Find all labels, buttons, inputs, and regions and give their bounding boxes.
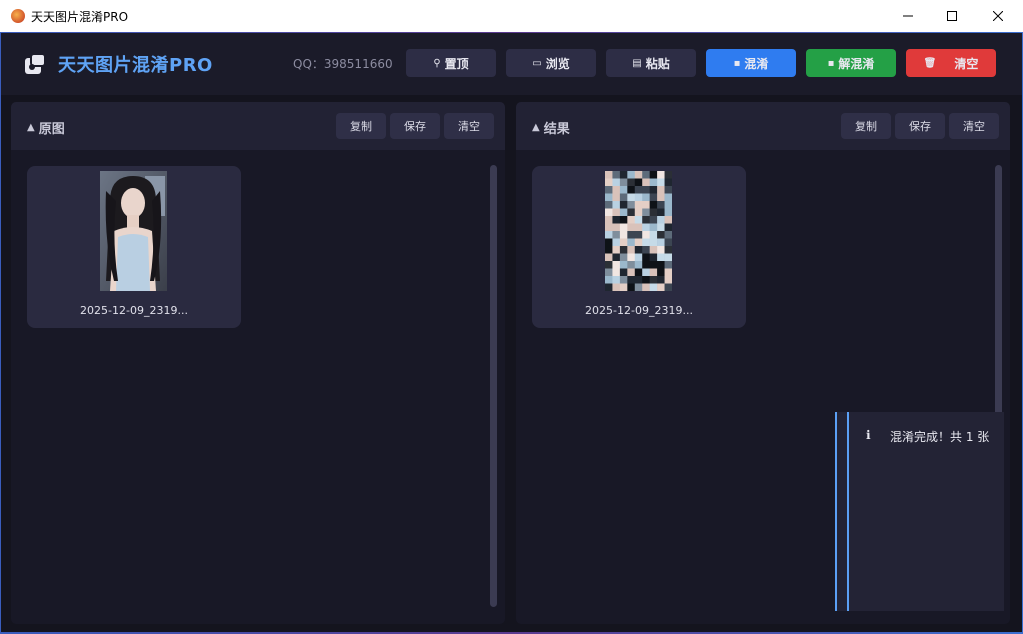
toast-accent-bar (847, 412, 849, 611)
result-copy-button[interactable]: 复制 (841, 113, 891, 139)
pin-button[interactable]: ⚲ 置顶 (406, 49, 496, 77)
pin-icon: ⚲ (433, 57, 441, 69)
toast-notification: ℹ 混淆完成！共 1 张 (835, 412, 1004, 611)
app-name: 天天图片混淆PRO (58, 55, 213, 76)
minimize-button[interactable] (885, 0, 931, 32)
result-filename: 2025-12-09_2319... (585, 304, 693, 317)
original-image-card[interactable]: 2025-12-09_2319... (27, 166, 241, 328)
result-clear-button[interactable]: 清空 (949, 113, 999, 139)
minimize-icon (903, 15, 913, 17)
info-icon: ℹ (866, 428, 871, 442)
window-title: 天天图片混淆PRO (31, 9, 129, 24)
window-titlebar: 天天图片混淆PRO (0, 0, 1023, 33)
result-thumbnail (605, 171, 672, 291)
folder-icon: ▭ (532, 57, 542, 69)
app-body: 天天图片混淆PRO QQ：398511660 ⚲ 置顶 ▭ 浏览 ▤ 粘贴 ▪ … (1, 33, 1022, 632)
original-copy-button[interactable]: 复制 (336, 113, 386, 139)
result-panel-header: ▲ 结果 复制 保存 清空 (516, 102, 1010, 150)
original-thumbnail (100, 171, 167, 291)
obfuscate-button-label: 混淆 (744, 56, 769, 71)
paste-button-label: 粘贴 (645, 56, 670, 71)
maximize-button[interactable] (929, 0, 975, 32)
original-panel-header: ▲ 原图 复制 保存 清空 (11, 102, 505, 150)
result-title-text: 结果 (543, 122, 570, 137)
clear-all-button[interactable]: 🗑 清空 (906, 49, 996, 77)
logo-icon (25, 53, 46, 74)
browse-button[interactable]: ▭ 浏览 (506, 49, 596, 77)
lock-icon: ▪ (733, 57, 741, 69)
image-icon: ▲ (532, 122, 540, 133)
trash-icon: 🗑 (923, 57, 937, 69)
original-panel-title: ▲ 原图 (27, 118, 65, 137)
image-icon: ▲ (27, 122, 35, 133)
result-save-button[interactable]: 保存 (895, 113, 945, 139)
deobfuscate-button-label: 解混淆 (838, 56, 875, 71)
app-frame: 天天图片混淆PRO QQ：398511660 ⚲ 置顶 ▭ 浏览 ▤ 粘贴 ▪ … (0, 32, 1023, 634)
original-filename: 2025-12-09_2319... (80, 304, 188, 317)
original-scrollbar[interactable] (490, 165, 497, 607)
app-header: 天天图片混淆PRO QQ：398511660 ⚲ 置顶 ▭ 浏览 ▤ 粘贴 ▪ … (1, 33, 1022, 95)
close-button[interactable] (975, 0, 1021, 32)
original-title-text: 原图 (38, 122, 65, 137)
unlock-icon: ▪ (827, 57, 835, 69)
result-image-card[interactable]: 2025-12-09_2319... (532, 166, 746, 328)
toast-message: 混淆完成！共 1 张 (890, 430, 990, 444)
original-save-button[interactable]: 保存 (390, 113, 440, 139)
original-clear-button[interactable]: 清空 (444, 113, 494, 139)
deobfuscate-button[interactable]: ▪ 解混淆 (806, 49, 896, 77)
app-icon (11, 9, 25, 23)
browse-button-label: 浏览 (545, 56, 570, 71)
clipboard-icon: ▤ (632, 57, 642, 69)
result-panel-title: ▲ 结果 (532, 118, 570, 137)
pin-button-label: 置顶 (444, 56, 469, 71)
maximize-icon (947, 11, 957, 21)
close-icon (993, 11, 1003, 21)
clear-all-button-label: 清空 (954, 56, 979, 71)
original-panel: ▲ 原图 复制 保存 清空 2025-12-09_2319... (11, 102, 505, 624)
obfuscate-button[interactable]: ▪ 混淆 (706, 49, 796, 77)
qq-contact: QQ：398511660 (293, 57, 393, 71)
paste-button[interactable]: ▤ 粘贴 (606, 49, 696, 77)
